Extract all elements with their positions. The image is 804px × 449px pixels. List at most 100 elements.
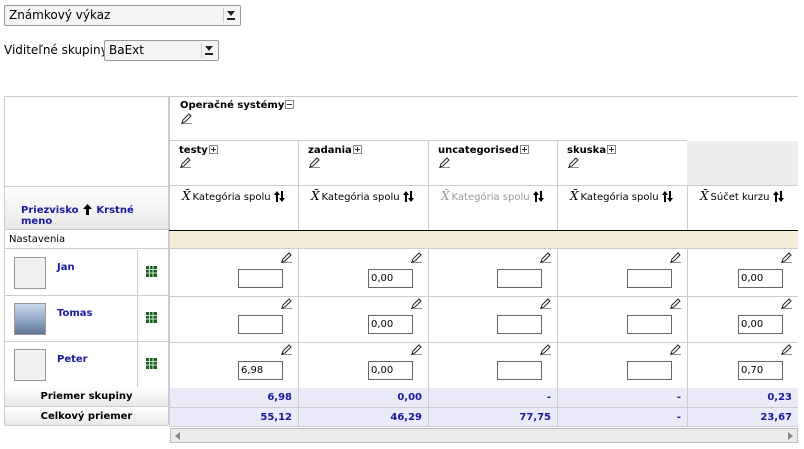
grade-input[interactable]: [497, 361, 542, 380]
edit-icon[interactable]: [281, 252, 292, 263]
group-average-value: 0,23: [767, 392, 792, 403]
edit-icon[interactable]: [540, 344, 551, 355]
grade-input[interactable]: [238, 361, 283, 380]
category-header: zadania: [308, 145, 362, 156]
category-name: skuska: [567, 145, 607, 156]
edit-icon[interactable]: [540, 298, 551, 309]
collapse-icon[interactable]: [285, 100, 295, 109]
settings-row-label-cell: Nastavenia: [5, 231, 168, 249]
horizontal-scrollbar[interactable]: [170, 428, 798, 443]
user-report-icon[interactable]: [146, 266, 157, 277]
student-name-link[interactable]: Tomas: [57, 308, 92, 319]
groups-select[interactable]: BaExt: [104, 40, 219, 61]
category-name: zadania: [308, 145, 352, 156]
category-total-header[interactable]: X̄ Kategória spolu: [182, 189, 285, 203]
group-average-value: -: [676, 392, 681, 403]
course-total-header[interactable]: X̄ Súčet kurzu: [700, 189, 784, 203]
expand-icon[interactable]: [352, 145, 362, 154]
scroll-left-icon[interactable]: [173, 431, 183, 441]
overall-average-text: Celkový priemer: [40, 411, 133, 422]
mean-icon: X̄: [182, 189, 191, 203]
settings-label: Nastavenia: [9, 234, 66, 245]
grid-divider: [169, 426, 798, 427]
grade-input[interactable]: [627, 315, 672, 334]
top-category-name: Operačné systémy: [180, 100, 285, 111]
grid-column-divider: [169, 96, 170, 426]
edit-icon[interactable]: [181, 113, 192, 124]
group-average-label: Priemer skupiny: [5, 387, 168, 407]
cell-divider: [137, 250, 138, 296]
group-average-value: -: [546, 392, 551, 403]
edit-icon[interactable]: [670, 252, 681, 263]
edit-icon[interactable]: [781, 252, 792, 263]
group-average-value: 0,00: [397, 392, 422, 403]
grade-input[interactable]: [497, 269, 542, 288]
grade-input[interactable]: [238, 315, 283, 334]
category-total-label: Kategória spolu: [192, 192, 271, 203]
edit-icon[interactable]: [411, 298, 422, 309]
overall-average-value: 77,75: [519, 412, 551, 423]
course-total-label: Súčet kurzu: [710, 192, 770, 203]
edit-icon[interactable]: [781, 298, 792, 309]
sort-toggle-icon[interactable]: [532, 191, 544, 202]
mean-icon: X̄: [570, 189, 579, 203]
edit-icon[interactable]: [439, 157, 450, 168]
report-select[interactable]: Známkový výkaz: [4, 5, 241, 26]
grid-divider: [169, 296, 798, 297]
edit-icon[interactable]: [670, 298, 681, 309]
category-total-header[interactable]: X̄ Kategória spolu: [570, 189, 673, 203]
edit-icon[interactable]: [781, 344, 792, 355]
grade-input[interactable]: [368, 315, 413, 334]
edit-icon[interactable]: [568, 157, 579, 168]
grade-input[interactable]: [627, 269, 672, 288]
dropdown-arrow-icon: [223, 8, 238, 23]
grid-divider: [169, 185, 798, 186]
expand-icon[interactable]: [607, 145, 617, 154]
sort-toggle-icon[interactable]: [661, 191, 673, 202]
edit-icon[interactable]: [309, 157, 320, 168]
expand-icon[interactable]: [519, 145, 529, 154]
avatar[interactable]: [14, 349, 46, 381]
edit-icon[interactable]: [411, 344, 422, 355]
overall-average-value: 23,67: [760, 412, 792, 423]
sort-toggle-icon[interactable]: [402, 191, 414, 202]
mean-icon: X̄: [441, 189, 450, 203]
avatar[interactable]: [14, 257, 46, 289]
settings-row: [170, 231, 798, 249]
grade-input[interactable]: [738, 315, 783, 334]
category-header: skuska: [567, 145, 617, 156]
user-report-icon[interactable]: [146, 358, 157, 369]
scroll-right-icon[interactable]: [785, 431, 795, 441]
sort-toggle-icon[interactable]: [273, 191, 285, 202]
grade-input[interactable]: [368, 361, 413, 380]
dropdown-arrow-icon: [201, 43, 216, 58]
grid-top-border: [169, 96, 798, 97]
category-total-header[interactable]: X̄ Kategória spolu: [311, 189, 414, 203]
user-report-icon[interactable]: [146, 312, 157, 323]
category-total-header[interactable]: X̄ Kategória spolu: [441, 189, 544, 203]
cell-divider: [137, 296, 138, 342]
category-header: uncategorised: [438, 145, 529, 156]
grade-input[interactable]: [738, 361, 783, 380]
sort-surname-link[interactable]: Priezvisko: [21, 205, 78, 216]
grade-input[interactable]: [368, 269, 413, 288]
grade-input[interactable]: [627, 361, 672, 380]
student-name-link[interactable]: Jan: [57, 262, 75, 273]
grade-input[interactable]: [238, 269, 283, 288]
edit-icon[interactable]: [180, 157, 191, 168]
edit-icon[interactable]: [670, 344, 681, 355]
grade-input[interactable]: [738, 269, 783, 288]
edit-icon[interactable]: [540, 252, 551, 263]
edit-icon[interactable]: [411, 252, 422, 263]
expand-icon[interactable]: [208, 145, 218, 154]
grade-input[interactable]: [497, 315, 542, 334]
sort-toggle-icon[interactable]: [772, 191, 784, 202]
group-average-text: Priemer skupiny: [40, 391, 133, 402]
edit-icon[interactable]: [281, 344, 292, 355]
student-name-link[interactable]: Peter: [57, 354, 88, 365]
sort-ascending-icon: [82, 204, 92, 215]
edit-icon[interactable]: [281, 298, 292, 309]
avatar[interactable]: [14, 303, 46, 335]
groups-select-value: BaExt: [109, 43, 144, 57]
category-name: uncategorised: [438, 145, 519, 156]
